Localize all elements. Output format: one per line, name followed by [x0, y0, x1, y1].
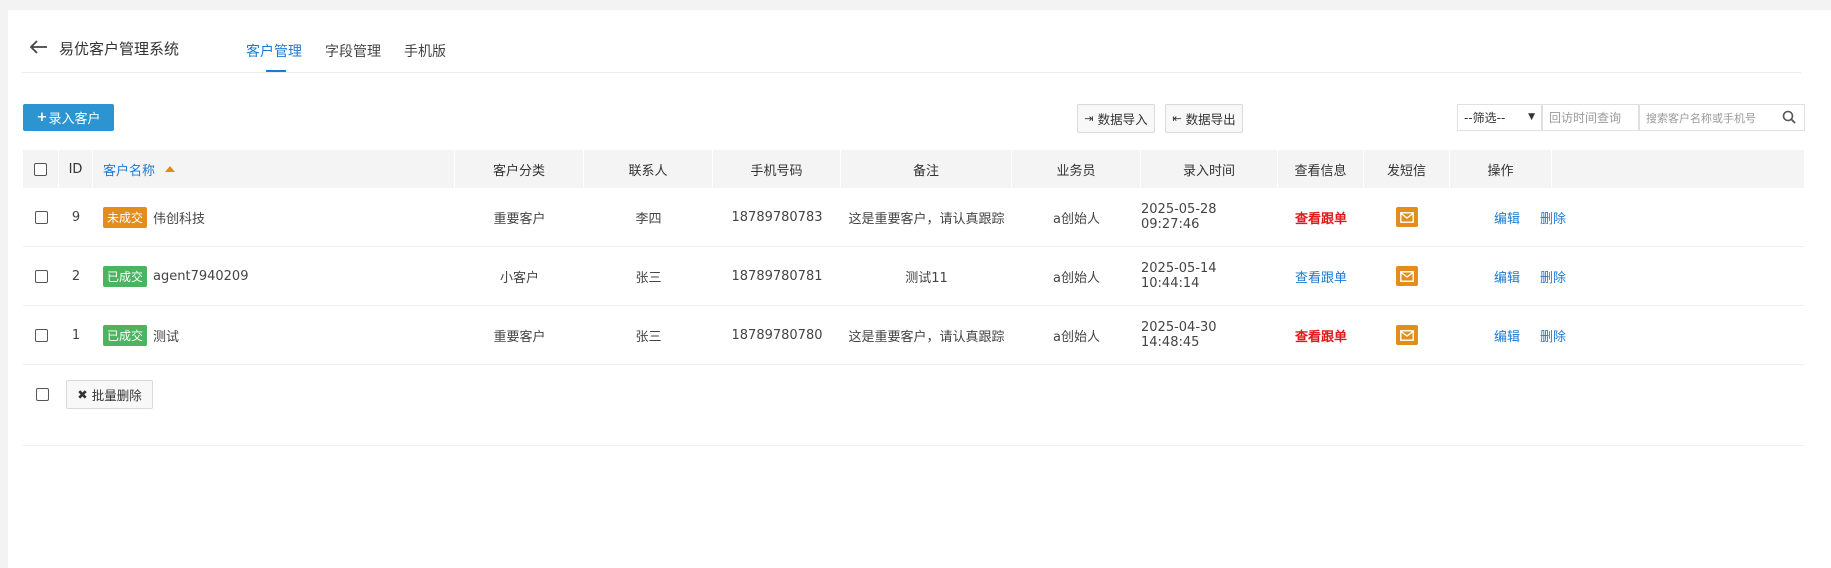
add-customer-label: 录入客户 [48, 112, 101, 127]
export-icon: ⇤ [1172, 112, 1182, 125]
row-note: 测试11 [905, 270, 948, 286]
row-salesman: a创始人 [1053, 211, 1100, 227]
col-category: 客户分类 [455, 150, 584, 188]
row-checkbox[interactable] [34, 210, 48, 224]
row-contact: 张三 [635, 329, 662, 345]
visit-time-input[interactable]: 回访时间查询 [1542, 104, 1639, 131]
batch-delete-button[interactable]: ✖ 批量删除 [66, 380, 153, 409]
table-footer: ✖ 批量删除 [23, 373, 1804, 446]
row-entry-time: 2025-05-14 10:44:14 [1141, 261, 1217, 291]
row-id: 9 [71, 209, 81, 225]
send-sms-button[interactable] [1396, 325, 1418, 345]
delete-link[interactable]: 删除 [1540, 326, 1566, 345]
row-category: 重要客户 [493, 211, 546, 227]
col-salesman: 业务员 [1012, 150, 1141, 188]
customer-name: 测试 [153, 329, 180, 345]
select-all-checkbox[interactable] [34, 162, 47, 176]
row-checkbox[interactable] [34, 328, 48, 342]
col-customer-name-label: 客户名称 [103, 163, 156, 179]
row-note: 这是重要客户，请认真跟踪 [848, 329, 1005, 345]
view-followup-link[interactable]: 查看跟单 [1295, 267, 1347, 286]
import-label: 数据导入 [1097, 112, 1148, 127]
col-note: 备注 [841, 150, 1012, 188]
import-data-button[interactable]: ⇥ 数据导入 [1077, 104, 1155, 133]
table-header: ID 客户名称 客户分类 联系人 手机号码 备注 业务员 录入时间 查看信息 发… [23, 150, 1804, 188]
plus-icon: + [36, 110, 48, 125]
col-send-sms: 发短信 [1364, 150, 1450, 188]
main-panel: 易优客户管理系统 客户管理 字段管理 手机版 + 录入客户 ⇥ 数据导入 ⇤ 数… [8, 10, 1831, 568]
row-phone: 18789780781 [731, 268, 823, 284]
row-customer-name-cell: 已成交 agent7940209 [93, 247, 465, 305]
footer-select-all-checkbox[interactable] [36, 388, 49, 401]
close-icon: ✖ [77, 387, 88, 402]
chevron-down-icon: ▼ [1528, 112, 1535, 122]
tab-field-management[interactable]: 字段管理 [325, 41, 381, 61]
col-id: ID [59, 150, 93, 188]
edit-link[interactable]: 编辑 [1494, 326, 1520, 345]
row-phone: 18789780783 [731, 209, 823, 225]
row-salesman: a创始人 [1053, 329, 1100, 345]
select-all-cell [23, 150, 59, 188]
col-phone: 手机号码 [713, 150, 841, 188]
customer-name: 伟创科技 [153, 211, 206, 227]
filter-select[interactable]: --筛选-- ▼ [1457, 104, 1542, 131]
col-entry-time: 录入时间 [1141, 150, 1278, 188]
row-contact: 张三 [635, 270, 662, 286]
delete-link[interactable]: 删除 [1540, 267, 1566, 286]
row-note: 这是重要客户，请认真跟踪 [848, 211, 1005, 227]
export-label: 数据导出 [1185, 112, 1236, 127]
table-row: 1 已成交 测试 重要客户 张三 18789780780 这是重要客户，请认真跟… [23, 306, 1804, 365]
filter-selected-value: --筛选-- [1464, 111, 1506, 125]
row-entry-time: 2025-04-30 14:48:45 [1141, 320, 1217, 350]
customer-name: agent7940209 [153, 268, 249, 284]
row-customer-name-cell: 未成交 伟创科技 [93, 188, 465, 246]
view-followup-link[interactable]: 查看跟单 [1295, 326, 1347, 345]
export-data-button[interactable]: ⇤ 数据导出 [1165, 104, 1243, 133]
table-row: 9 未成交 伟创科技 重要客户 李四 18789780783 这是重要客户，请认… [23, 188, 1804, 247]
row-phone: 18789780780 [731, 327, 823, 343]
envelope-icon [1400, 329, 1414, 341]
envelope-icon [1400, 211, 1414, 223]
import-icon: ⇥ [1084, 112, 1094, 125]
col-actions: 操作 [1450, 150, 1552, 188]
add-customer-button[interactable]: + 录入客户 [23, 104, 114, 131]
row-id: 1 [71, 327, 81, 343]
tab-mobile-version[interactable]: 手机版 [404, 41, 446, 61]
delete-link[interactable]: 删除 [1540, 208, 1566, 227]
row-id: 2 [71, 268, 81, 284]
status-badge: 未成交 [103, 206, 148, 228]
status-badge: 已成交 [103, 265, 148, 287]
col-customer-name[interactable]: 客户名称 [93, 150, 455, 188]
send-sms-button[interactable] [1396, 207, 1418, 227]
envelope-icon [1400, 270, 1414, 282]
row-checkbox[interactable] [34, 269, 48, 283]
search-placeholder: 搜索客户名称或手机号 [1646, 111, 1756, 125]
back-arrow-icon[interactable] [30, 40, 48, 54]
view-followup-link[interactable]: 查看跟单 [1295, 208, 1347, 227]
table-row: 2 已成交 agent7940209 小客户 张三 18789780781 测试… [23, 247, 1804, 306]
status-badge: 已成交 [103, 324, 148, 346]
row-category: 重要客户 [493, 329, 546, 345]
app-title: 易优客户管理系统 [59, 40, 180, 58]
row-entry-time: 2025-05-28 09:27:46 [1141, 202, 1217, 232]
header-bar: 易优客户管理系统 客户管理 字段管理 手机版 [22, 10, 1801, 73]
row-salesman: a创始人 [1053, 270, 1100, 286]
edit-link[interactable]: 编辑 [1494, 208, 1520, 227]
visit-time-placeholder: 回访时间查询 [1549, 111, 1622, 125]
col-view-info: 查看信息 [1278, 150, 1364, 188]
edit-link[interactable]: 编辑 [1494, 267, 1520, 286]
row-customer-name-cell: 已成交 测试 [93, 306, 465, 364]
tab-customer-management[interactable]: 客户管理 [246, 41, 302, 72]
row-category: 小客户 [499, 270, 539, 286]
row-contact: 李四 [635, 211, 662, 227]
batch-delete-label: 批量删除 [91, 388, 142, 403]
search-input[interactable]: 搜索客户名称或手机号 [1639, 104, 1805, 131]
col-contact: 联系人 [584, 150, 713, 188]
sort-ascending-icon[interactable] [165, 166, 176, 172]
search-icon[interactable] [1782, 110, 1796, 124]
send-sms-button[interactable] [1396, 266, 1418, 286]
